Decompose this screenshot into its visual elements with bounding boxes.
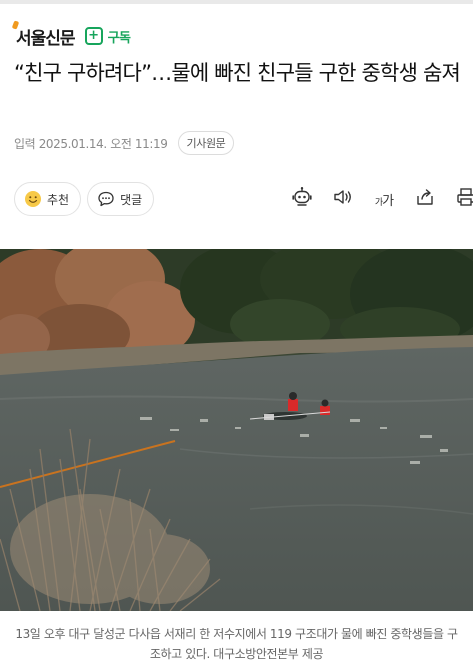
comment-button[interactable]: 댓글	[87, 182, 155, 216]
comment-label: 댓글	[120, 192, 143, 207]
article-toolbar: 가가	[290, 187, 473, 211]
smile-icon	[24, 190, 42, 208]
recommend-button[interactable]: 추천	[14, 182, 82, 216]
reaction-bar: 추천 댓글	[14, 182, 160, 216]
summary-button[interactable]	[290, 187, 314, 211]
top-strip	[0, 0, 473, 4]
article-meta: 입력 2025.01.14. 오전 11:19 기사원문	[14, 131, 235, 155]
article-photo[interactable]	[0, 249, 473, 611]
listen-button[interactable]	[331, 187, 355, 211]
publisher-bar: 서울신문 + 구독	[11, 19, 131, 50]
font-size-button[interactable]: 가가	[372, 187, 396, 211]
speech-bubble-icon	[97, 190, 115, 208]
subscribe-button[interactable]: + 구독	[84, 27, 131, 46]
article-headline: “친구 구하려다”…물에 빠진 친구들 구한 중학생 숨져	[14, 61, 461, 85]
share-button[interactable]	[413, 187, 437, 211]
print-icon	[455, 186, 473, 212]
font-size-icon: 가가	[375, 190, 394, 209]
speaker-icon	[332, 186, 354, 212]
publish-date: 입력 2025.01.14. 오전 11:19	[14, 136, 168, 151]
reservoir-rescue-illustration	[0, 249, 473, 611]
subscribe-label: 구독	[107, 30, 131, 46]
original-article-button[interactable]: 기사원문	[177, 131, 235, 155]
recommend-label: 추천	[47, 192, 70, 207]
share-icon	[414, 186, 436, 212]
photo-caption: 13일 오후 대구 달성군 다사읍 서재리 한 저수지에서 119 구조대가 물…	[15, 627, 458, 661]
robot-summary-icon	[291, 186, 313, 212]
publisher-logo[interactable]: 서울신문	[11, 19, 76, 49]
print-button[interactable]	[454, 187, 473, 211]
font-size-large-glyph: 가	[382, 193, 394, 209]
plus-icon: +	[84, 27, 103, 45]
publisher-name: 서울신문	[16, 28, 76, 49]
